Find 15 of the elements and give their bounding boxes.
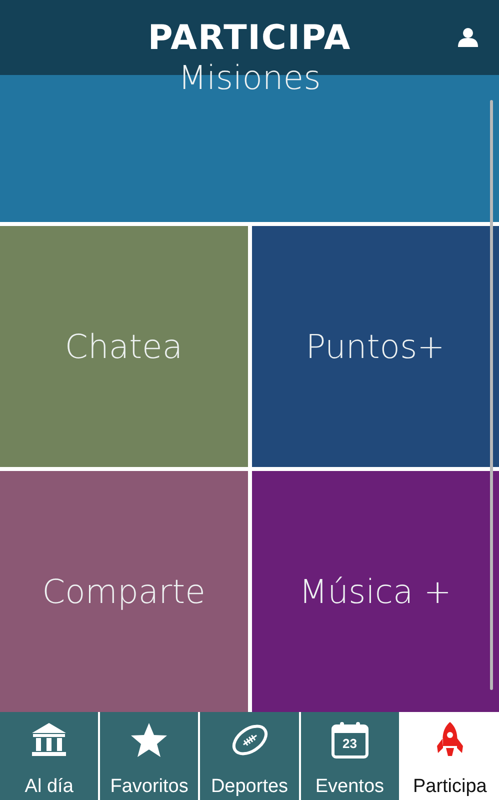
menu-tile[interactable]: Puntos+: [252, 226, 499, 467]
app-title: PARTICIPA: [148, 18, 352, 58]
tile-label: Chatea: [64, 327, 183, 366]
menu-tile[interactable]: Comparte: [0, 471, 248, 712]
tile-label: Música +: [299, 572, 452, 611]
menu-tile[interactable]: Música +: [252, 471, 499, 712]
nav-tab[interactable]: Deportes: [198, 712, 299, 800]
user-icon[interactable]: [457, 26, 479, 48]
menu-tile[interactable]: Chatea: [0, 226, 248, 467]
nav-tab[interactable]: 23 Eventos: [298, 712, 399, 800]
nav-tab[interactable]: Al día: [0, 712, 98, 800]
tile-label: Comparte: [42, 572, 206, 611]
tile-label: Misiones: [178, 58, 321, 97]
nav-tab[interactable]: Favoritos: [98, 712, 198, 800]
tile-label: Puntos+: [306, 327, 445, 366]
